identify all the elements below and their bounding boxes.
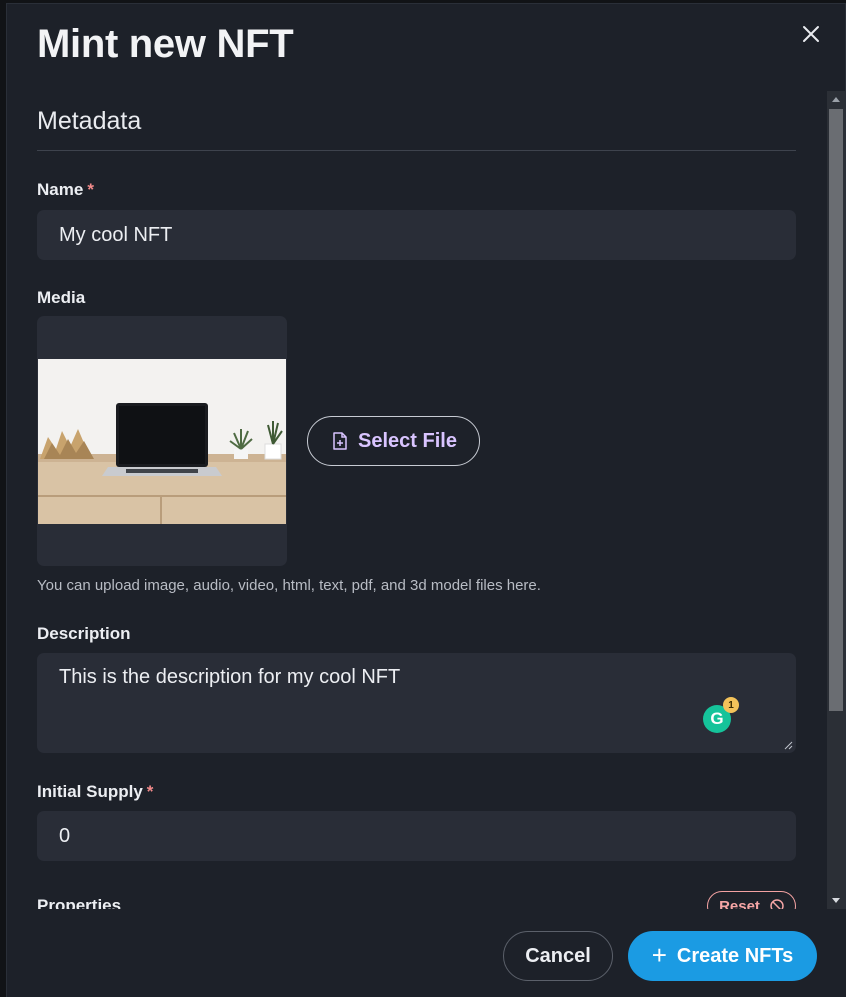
close-icon (803, 26, 819, 42)
required-mark: * (87, 180, 94, 199)
select-file-button[interactable]: Select File (307, 416, 480, 466)
media-label: Media (37, 288, 86, 307)
mint-nft-modal: Mint new NFT Metadata Name * My cool NFT … (6, 3, 846, 997)
resize-handle-icon[interactable] (784, 741, 793, 750)
properties-label: Properties (37, 896, 122, 910)
reset-properties-button[interactable]: Reset (707, 891, 796, 910)
description-label: Description (37, 624, 131, 643)
initial-supply-label-text: Initial Supply (37, 782, 143, 801)
description-text: This is the description for my cool NFT (59, 666, 401, 688)
modal-title: Mint new NFT (37, 22, 294, 66)
section-divider (37, 150, 796, 151)
media-preview[interactable] (37, 316, 287, 566)
scrollbar-thumb[interactable] (829, 109, 843, 711)
scroll-up-icon[interactable] (832, 97, 840, 102)
scroll-down-icon[interactable] (832, 898, 840, 903)
name-label-text: Name (37, 180, 84, 199)
select-file-label: Select File (358, 429, 457, 452)
media-helper-text: You can upload image, audio, video, html… (37, 577, 541, 594)
required-mark: * (146, 782, 154, 801)
initial-supply-input[interactable]: 0 (37, 811, 796, 861)
description-textarea[interactable]: This is the description for my cool NFT (37, 653, 796, 753)
plus-icon: + (651, 939, 667, 970)
scrollbar[interactable] (827, 91, 845, 909)
section-title-metadata: Metadata (37, 107, 142, 135)
modal-footer: Cancel + Create NFTs (7, 909, 846, 997)
name-label: Name * (37, 180, 94, 200)
initial-supply-label: Initial Supply * (37, 782, 153, 802)
name-input[interactable]: My cool NFT (37, 210, 796, 260)
file-add-icon (333, 432, 347, 450)
create-nfts-label: Create NFTs (676, 944, 794, 967)
cancel-button[interactable]: Cancel (503, 931, 613, 981)
media-preview-image (38, 359, 286, 524)
grammarly-count-badge: 1 (723, 697, 739, 713)
close-button[interactable] (799, 22, 823, 46)
create-nfts-button[interactable]: + Create NFTs (628, 931, 817, 981)
form-scroll-area[interactable]: Metadata Name * My cool NFT Media Select… (7, 94, 827, 910)
